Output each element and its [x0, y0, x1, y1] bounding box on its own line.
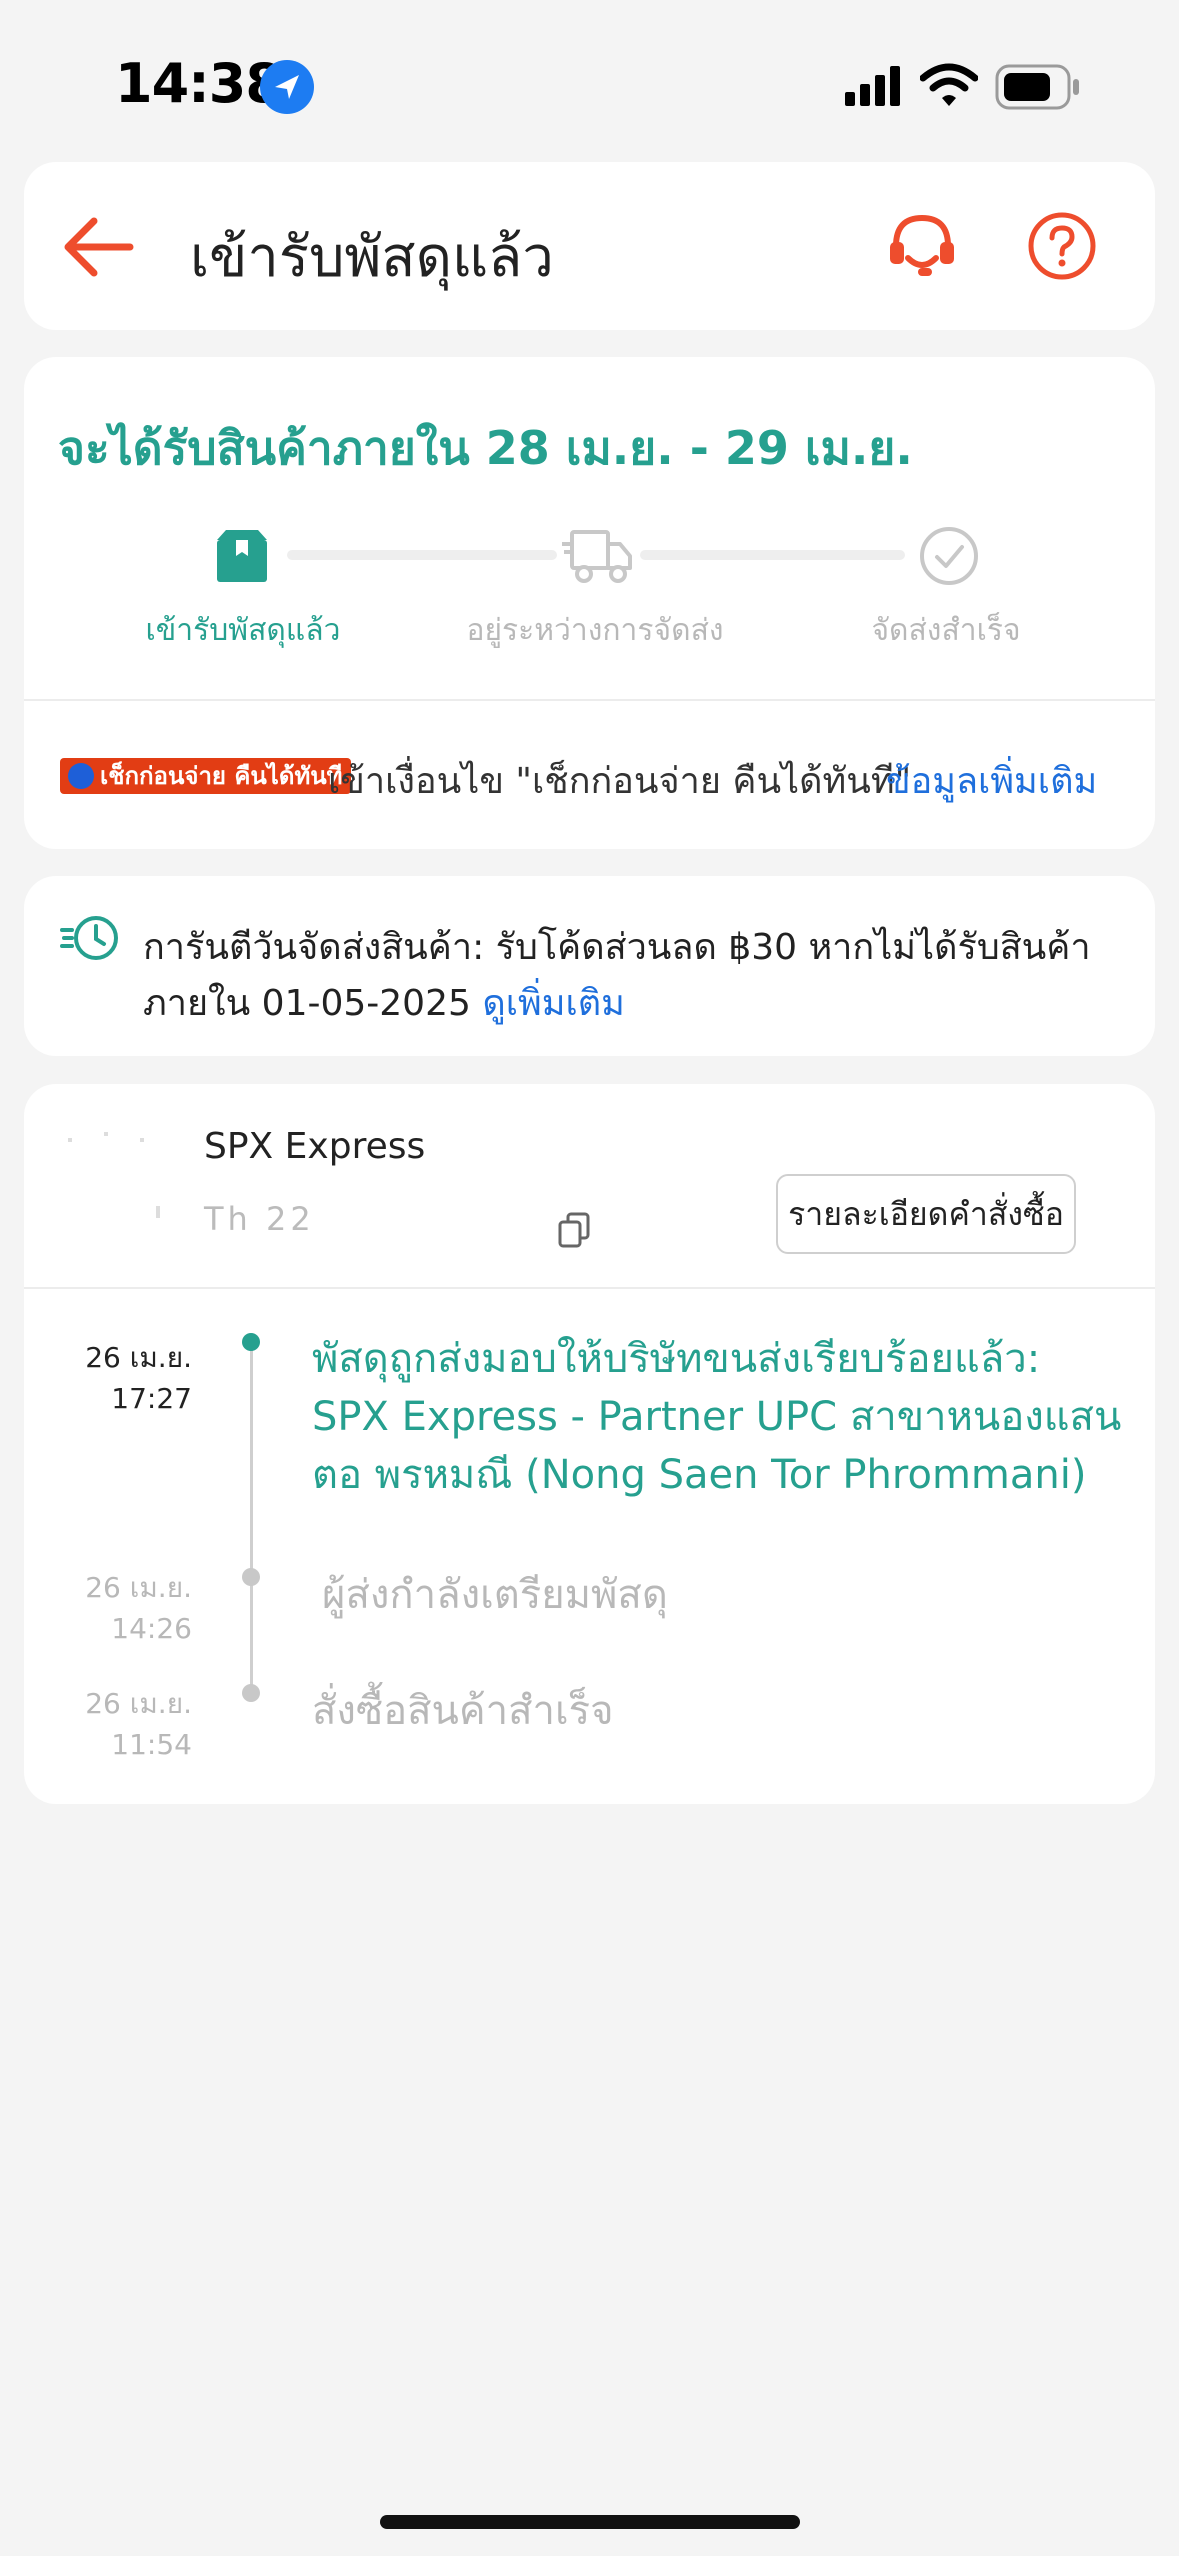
timeline-dot [242, 1568, 260, 1586]
step-label-picked-up: เข้ารับพัสดุแล้ว [145, 613, 341, 648]
fast-clock-icon [60, 912, 122, 968]
step-label-delivered: จัดส่งสำเร็จ [871, 613, 1021, 648]
timeline-time: 11:54 [111, 1728, 192, 1761]
timeline-event-ordered: สั่งซื้อสินค้าสำเร็จ [312, 1688, 614, 1734]
cod-more-info-link[interactable]: ข้อมูลเพิ่มเติม [886, 752, 1097, 809]
copy-icon[interactable] [558, 1212, 590, 1252]
truck-icon [562, 526, 634, 592]
timeline-dot [242, 1684, 260, 1702]
card-divider [24, 699, 1155, 701]
check-circle-icon [918, 525, 980, 591]
home-indicator [380, 2515, 800, 2529]
carrier-name: SPX Express [204, 1126, 426, 1167]
guarantee-see-more-link[interactable]: ดูเพิ่มเติม [482, 983, 625, 1024]
step-label-in-transit: อยู่ระหว่างการจัดส่ง [466, 613, 724, 648]
estimated-delivery: จะได้รับสินค้าภายใน 28 เม.ย. - 29 เม.ย. [58, 421, 913, 475]
package-icon [214, 528, 270, 588]
back-button[interactable] [60, 212, 134, 282]
cod-badge: เช็กก่อนจ่าย คืนได้ทันที [60, 758, 351, 794]
progress-track-1 [287, 550, 557, 560]
help-question-button[interactable] [1026, 210, 1098, 282]
guarantee-deadline: ภายใน 01-05-2025 ดูเพิ่มเติม [143, 974, 625, 1031]
status-time: 14:38 [115, 52, 283, 115]
timeline-event-handover: พัสดุถูกส่งมอบให้บริษัทขนส่งเรียบร้อยแล้… [312, 1330, 1132, 1504]
tracking-number: Th 22 [204, 1200, 315, 1238]
timeline-line [250, 1342, 253, 1692]
tracking-divider [24, 1287, 1155, 1289]
location-arrow-icon [260, 60, 314, 114]
cod-condition-text: เข้าเงื่อนไข "เช็กก่อนจ่าย คืนได้ทันที" [328, 761, 912, 802]
guarantee-deadline-text: ภายใน 01-05-2025 [143, 983, 471, 1024]
timeline-event-line: พัสดุถูกส่งมอบให้บริษัทขนส่งเรียบร้อยแล้… [312, 1336, 1041, 1382]
wifi-icon [919, 62, 979, 112]
timeline-dot-active [242, 1333, 260, 1351]
carrier-logo [60, 1130, 160, 1240]
timeline-event-line: SPX Express - Partner UPC สาขาหนองแสน [312, 1394, 1122, 1440]
progress-track-2 [640, 550, 905, 560]
guarantee-text: การันตีวันจัดส่งสินค้า: รับโค้ดส่วนลด ฿3… [143, 927, 1091, 968]
battery-icon [995, 64, 1081, 114]
order-details-button[interactable]: รายละเอียดคำสั่งซื้อ [776, 1174, 1076, 1254]
timeline-time: 14:26 [111, 1612, 192, 1645]
cod-badge-label: เช็กก่อนจ่าย คืนได้ทันที [100, 762, 343, 790]
timeline-event-preparing: ผู้ส่งกำลังเตรียมพัสดุ [322, 1572, 668, 1618]
support-headset-button[interactable] [886, 210, 958, 282]
timeline-date: 26 เม.ย. [85, 1341, 192, 1374]
signal-icon [845, 66, 905, 110]
timeline-time: 17:27 [111, 1382, 192, 1415]
refresh-icon [68, 763, 94, 789]
timeline-date: 26 เม.ย. [85, 1571, 192, 1604]
page-title: เข้ารับพัสดุแล้ว [190, 225, 554, 290]
timeline-event-line: ตอ พรหมณี (Nong Saen Tor Phrommani) [312, 1452, 1087, 1498]
timeline-date: 26 เม.ย. [85, 1687, 192, 1720]
